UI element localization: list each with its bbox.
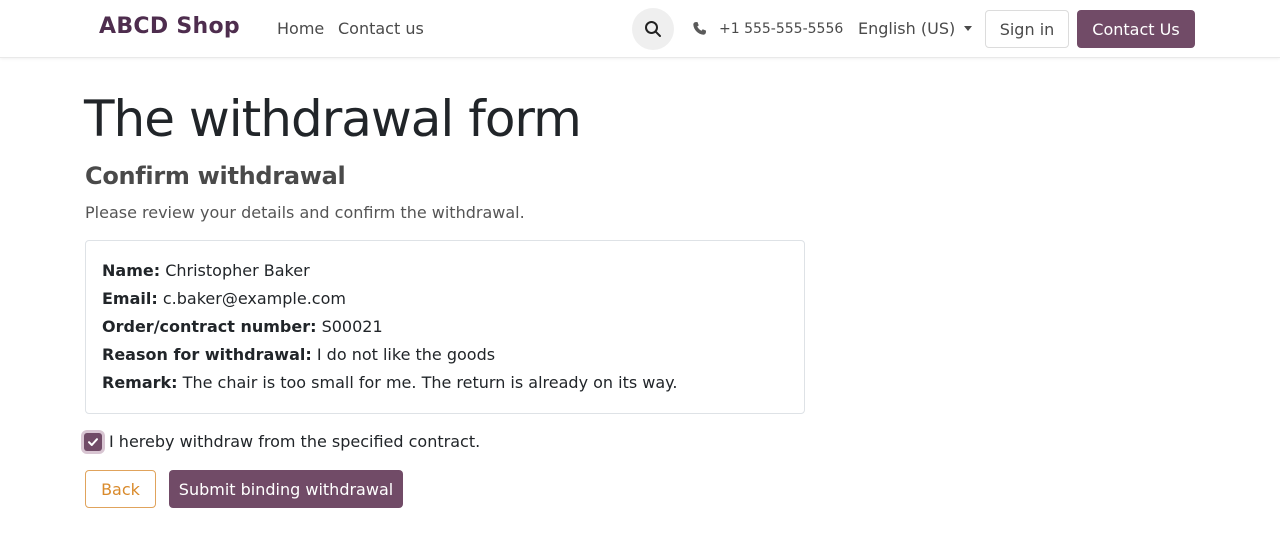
phone-number[interactable]: +1 555-555-5556 [719, 21, 843, 37]
contact-us-button[interactable]: Contact Us [1077, 10, 1195, 48]
intro-text: Please review your details and confirm t… [85, 203, 525, 222]
details-card: Name: Christopher Baker Email: c.baker@e… [85, 240, 805, 414]
submit-withdrawal-button[interactable]: Submit binding withdrawal [169, 470, 403, 508]
detail-remark-value: The chair is too small for me. The retur… [182, 373, 678, 392]
detail-name: Name: Christopher Baker [102, 261, 310, 280]
withdraw-confirm-label[interactable]: I hereby withdraw from the specified con… [109, 432, 480, 451]
top-navbar: ABCD Shop Home Contact us +1 555-555-555… [0, 0, 1280, 58]
language-selector[interactable]: English (US) [858, 19, 973, 38]
withdraw-confirm-checkbox[interactable] [84, 433, 102, 451]
detail-reason-label: Reason for withdrawal: [102, 345, 312, 364]
detail-name-label: Name: [102, 261, 161, 280]
checkmark-icon [88, 438, 98, 446]
section-title: Confirm withdrawal [85, 162, 346, 190]
detail-email: Email: c.baker@example.com [102, 289, 346, 308]
chevron-down-icon [964, 26, 973, 31]
brand-logo[interactable]: ABCD Shop [99, 14, 240, 39]
detail-email-label: Email: [102, 289, 158, 308]
detail-name-value: Christopher Baker [165, 261, 310, 280]
nav-home-link[interactable]: Home [277, 19, 324, 38]
detail-order: Order/contract number: S00021 [102, 317, 383, 336]
detail-remark-label: Remark: [102, 373, 178, 392]
detail-email-value: c.baker@example.com [162, 289, 346, 308]
detail-remark: Remark: The chair is too small for me. T… [102, 373, 677, 392]
detail-order-value: S00021 [321, 317, 383, 336]
nav-contact-link[interactable]: Contact us [338, 19, 424, 38]
sign-in-button[interactable]: Sign in [985, 10, 1069, 48]
detail-reason: Reason for withdrawal: I do not like the… [102, 345, 495, 364]
page-title: The withdrawal form [84, 90, 582, 148]
language-label: English (US) [858, 19, 956, 38]
phone-icon [693, 21, 707, 35]
detail-reason-value: I do not like the goods [316, 345, 496, 364]
detail-order-label: Order/contract number: [102, 317, 317, 336]
search-icon [645, 21, 661, 37]
back-button[interactable]: Back [85, 470, 156, 508]
search-button[interactable] [632, 8, 674, 50]
